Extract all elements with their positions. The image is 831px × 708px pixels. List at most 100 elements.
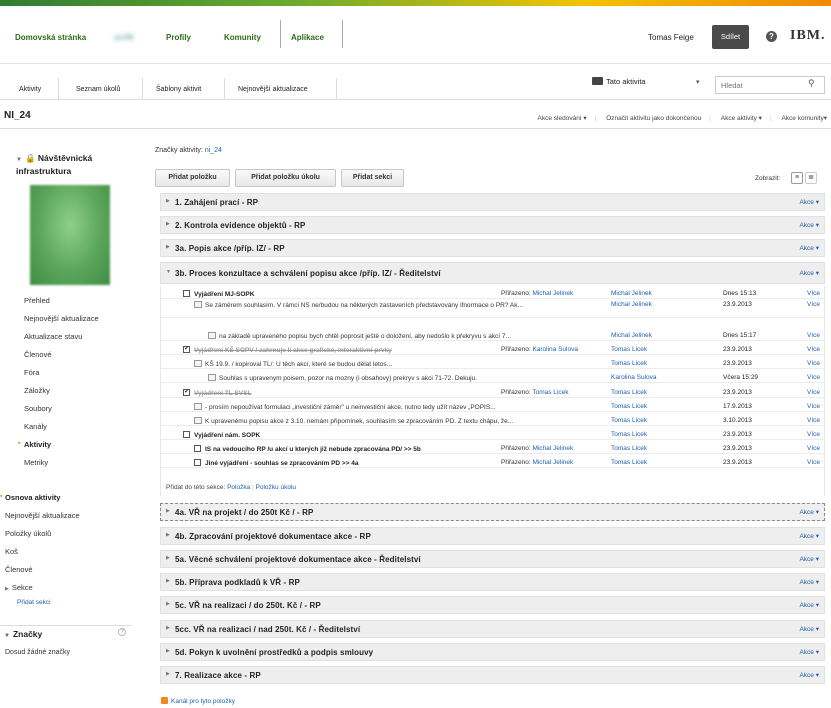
list-view-icon[interactable]: ≡ [791, 172, 803, 184]
more-link[interactable]: Více [807, 389, 820, 396]
tag-link[interactable]: ni_24 [205, 147, 222, 154]
sidebar-item-activities[interactable]: Aktivity [18, 440, 51, 449]
table-row[interactable]: Souhlas s upravenym poisem, pozor na moz… [161, 372, 824, 383]
sidebar-item-bookmarks[interactable]: Záložky [24, 386, 50, 395]
sidebar-item-latest-updates[interactable]: Nejnovější aktualizace [24, 314, 99, 323]
author-link[interactable]: Karolina Sulova [611, 374, 657, 381]
section-actions-menu[interactable]: Akce ▾ [799, 269, 819, 277]
checkbox-checked[interactable] [183, 346, 190, 353]
outline-item-sections[interactable]: ▶ Sekce [5, 583, 33, 592]
entry-title[interactable]: Vyjádření TL SVSL [183, 389, 493, 397]
section-actions-menu[interactable]: Akce ▾ [799, 532, 819, 540]
entry-title[interactable]: IS na vedoucího RP /u akcí u kterých již… [194, 445, 494, 453]
author-link[interactable]: Michal Jelinek [611, 301, 652, 308]
section-actions-menu[interactable]: Akce ▾ [799, 555, 819, 563]
sidebar-item-forums[interactable]: Fóra [24, 368, 39, 377]
mark-complete-link[interactable]: Označit aktivitu jako dokončenou [606, 115, 701, 122]
more-link[interactable]: Více [807, 459, 820, 466]
section-header[interactable]: ▶ 7. Realizace akce - RP Akce ▾ [160, 666, 825, 684]
table-row[interactable]: IS na vedoucího RP /u akcí u kterých již… [161, 443, 824, 454]
search-scope-select[interactable]: Tato aktivita ▾ [592, 77, 722, 93]
author-link[interactable]: Michal Jelinek [611, 332, 652, 339]
search-icon[interactable]: ⚲ [808, 78, 815, 89]
user-menu[interactable]: Tomas Feige [648, 33, 694, 42]
assignee-link[interactable]: Karolina Sulova [532, 346, 578, 353]
follow-actions-menu[interactable]: Akce sledování ▾ [538, 115, 587, 122]
table-row[interactable]: Vyjádření TL SVSL Přiřazeno: Tomas Licek… [161, 387, 824, 398]
checkbox[interactable] [194, 459, 201, 466]
add-todo-link[interactable]: Položku úkolu [256, 484, 296, 491]
nav-home[interactable]: Domovská stránka [15, 33, 86, 42]
table-row[interactable]: KŠ 19.9. / kopiroval TL/: U těch akcí, k… [161, 358, 824, 369]
section-actions-menu[interactable]: Akce ▾ [799, 198, 819, 206]
table-row[interactable]: K upravenému popisu akce z 3.10. nemám p… [161, 415, 824, 426]
tab-activities[interactable]: Aktivity [19, 86, 41, 93]
checkbox[interactable] [183, 290, 190, 297]
help-icon[interactable]: ? [766, 31, 777, 42]
help-icon[interactable]: ? [118, 628, 126, 636]
author-link[interactable]: Tomas Licek [611, 445, 647, 452]
nav-profiles[interactable]: Profily [166, 33, 191, 42]
sidebar-item-metrics[interactable]: Metriky [24, 458, 48, 467]
sidebar-item-files[interactable]: Soubory [24, 404, 52, 413]
assignee-link[interactable]: Tomas Licek [532, 389, 568, 396]
more-link[interactable]: Více [807, 290, 820, 297]
add-entry-link[interactable]: Položka [227, 484, 250, 491]
community-actions-menu[interactable]: Akce komunity▾ [781, 115, 827, 122]
entry-title[interactable]: Jiné vyjádření - souhlas se zpracováním … [194, 459, 494, 467]
table-row[interactable]: Jiné vyjádření - souhlas se zpracováním … [161, 457, 824, 468]
entry-title[interactable]: Vyjádření nám. SOPK [183, 431, 493, 439]
section-actions-menu[interactable]: Akce ▾ [799, 244, 819, 252]
assignee-link[interactable]: Michal Jelinek [532, 459, 573, 466]
nav-communities[interactable]: Komunity [224, 33, 261, 42]
tab-todo-list[interactable]: Seznam úkolů [76, 86, 120, 93]
assignee-link[interactable]: Michal Jelinek [532, 290, 573, 297]
author-link[interactable]: Tomas Licek [611, 346, 647, 353]
section-actions-menu[interactable]: Akce ▾ [799, 221, 819, 229]
checkbox-checked[interactable] [183, 389, 190, 396]
comment-text[interactable]: KŠ 19.9. / kopiroval TL/: U těch akcí, k… [194, 360, 599, 368]
section-header[interactable]: ▶ 5d. Pokyn k uvolnění prostředků a podp… [160, 643, 825, 661]
activity-actions-menu[interactable]: Akce aktivity ▾ [721, 115, 762, 122]
author-link[interactable]: Tomas Licek [611, 459, 647, 466]
author-link[interactable]: Michal Jelinek [611, 290, 652, 297]
more-link[interactable]: Více [807, 417, 820, 424]
section-actions-menu[interactable]: Akce ▾ [799, 578, 819, 586]
author-link[interactable]: Tomas Licek [611, 389, 647, 396]
entry-title[interactable]: Vyjádření KŠ SOPV / zahrnuje li akce gra… [183, 346, 493, 354]
author-link[interactable]: Tomas Licek [611, 360, 647, 367]
comment-text[interactable]: na základě upraveného popisu bych chtěl … [208, 332, 603, 340]
feed-link[interactable]: Kanál pro tyto položky [161, 697, 235, 705]
table-row[interactable]: Vyjádření MJ-SOPK Přiřazeno: Michal Jeli… [161, 288, 824, 299]
comment-text[interactable]: K upravenému popisu akce z 3.10. nemám p… [194, 417, 599, 425]
add-todo-button[interactable]: Přidat položku úkolu [235, 169, 336, 187]
section-actions-menu[interactable]: Akce ▾ [799, 671, 819, 679]
section-header[interactable]: ▶ 1. Zahájení prací - RP Akce ▾ [160, 193, 825, 211]
section-actions-menu[interactable]: Akce ▾ [799, 648, 819, 656]
section-header[interactable]: ▶ 5a. Věcné schválení projektové dokumen… [160, 550, 825, 568]
section-header[interactable]: ▶ 5cc. VŘ na realizaci / nad 250t. Kč / … [160, 620, 825, 638]
section-header[interactable]: ▶ 2. Kontrola evidence objektů - RP Akce… [160, 216, 825, 234]
more-link[interactable]: Více [807, 332, 820, 339]
sidebar-item-members[interactable]: Členové [24, 350, 52, 359]
section-header[interactable]: ▶ 3a. Popis akce /příp. IZ/ - RP Akce ▾ [160, 239, 825, 257]
outline-item-members[interactable]: Členové [5, 565, 33, 574]
section-actions-menu[interactable]: Akce ▾ [799, 508, 819, 516]
outline-item-outline[interactable]: Osnova aktivity [0, 493, 60, 502]
sidebar-item-feeds[interactable]: Kanály [24, 422, 47, 431]
author-link[interactable]: Tomas Licek [611, 403, 647, 410]
author-link[interactable]: Tomas Licek [611, 417, 647, 424]
checkbox[interactable] [194, 445, 201, 452]
add-section-button[interactable]: Přidat sekci [341, 169, 404, 187]
more-link[interactable]: Více [807, 346, 820, 353]
section-header[interactable]: ▶ 5b. Příprava podkladů k VŘ - RP Akce ▾ [160, 573, 825, 591]
sidebar-item-status-updates[interactable]: Aktualizace stavu [24, 332, 82, 341]
table-row[interactable]: Se záměrem souhlasím. V rámci NS ne/budo… [161, 299, 824, 318]
more-link[interactable]: Více [807, 374, 820, 381]
section-header[interactable]: ▶ 5c. VŘ na realizaci / do 250t. Kč / - … [160, 596, 825, 614]
more-link[interactable]: Více [807, 360, 820, 367]
section-header-expanded[interactable]: ▼ 3b. Proces konzultace a schválení popi… [160, 262, 825, 284]
entry-title[interactable]: Vyjádření MJ-SOPK [183, 290, 483, 298]
outline-item-todos[interactable]: Položky úkolů [5, 529, 51, 538]
author-link[interactable]: Tomas Licek [611, 431, 647, 438]
